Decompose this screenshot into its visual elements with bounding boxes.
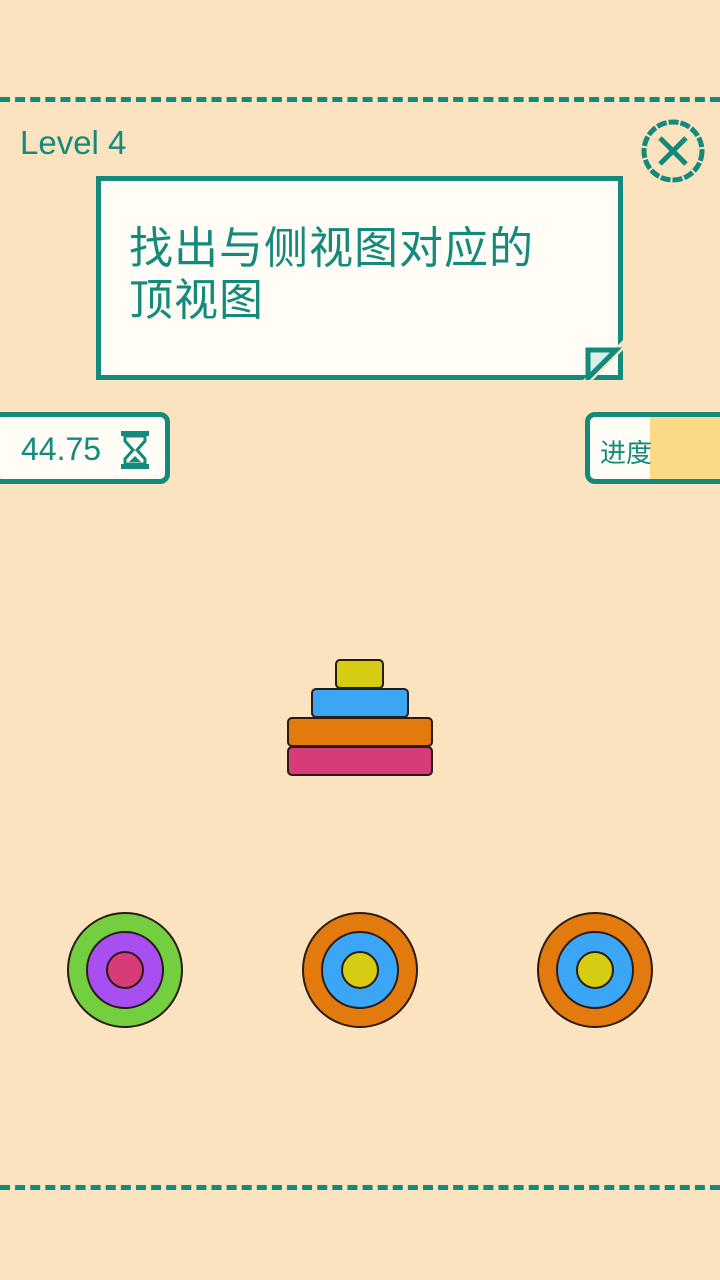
pink-disk [287, 746, 433, 776]
option-1[interactable] [65, 910, 185, 1034]
blue-disk [311, 688, 409, 718]
ring-layer-3 [576, 951, 614, 989]
ring-icon [537, 912, 653, 1028]
option-2[interactable] [300, 910, 420, 1034]
option-3[interactable] [535, 910, 655, 1034]
ring-icon [302, 912, 418, 1028]
ring-layer-3 [106, 951, 144, 989]
side-view-stack [287, 659, 433, 776]
ring-layer-3 [341, 951, 379, 989]
ring-icon [67, 912, 183, 1028]
orange-disk [287, 717, 433, 747]
yellow-disk [335, 659, 384, 689]
